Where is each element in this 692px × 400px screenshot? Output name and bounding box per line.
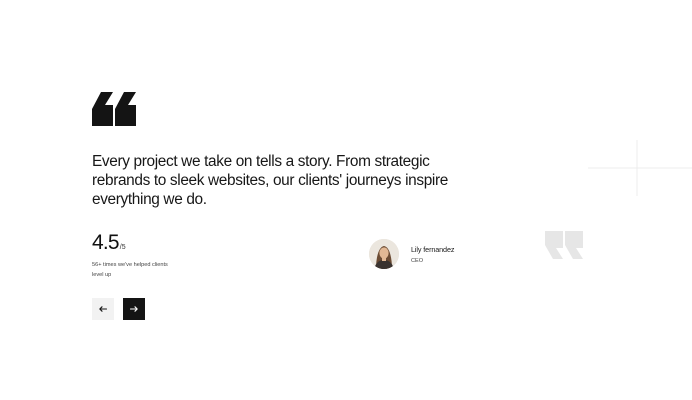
- decorative-lines: [588, 140, 692, 196]
- rating-max: /5: [119, 244, 126, 251]
- arrow-left-icon: [99, 306, 107, 312]
- testimonial-section: Every project we take on tells a story. …: [0, 0, 692, 400]
- next-button[interactable]: [123, 298, 145, 320]
- quote-close-icon: [545, 231, 583, 259]
- arrow-right-icon: [130, 306, 138, 312]
- rating-value: 4.5: [92, 231, 120, 254]
- rating: 4.5/5: [92, 231, 126, 255]
- testimonial-quote: Every project we take on tells a story. …: [92, 153, 448, 208]
- author: Lily fernandez CEO: [369, 239, 454, 269]
- previous-button[interactable]: [92, 298, 114, 320]
- author-meta: Lily fernandez CEO: [411, 245, 454, 264]
- author-name: Lily fernandez: [411, 244, 455, 254]
- avatar: [369, 239, 399, 269]
- rating-caption: 56+ times we've helped clients level up: [92, 262, 168, 278]
- quote-open-icon: [92, 92, 136, 126]
- author-role: CEO: [411, 257, 424, 264]
